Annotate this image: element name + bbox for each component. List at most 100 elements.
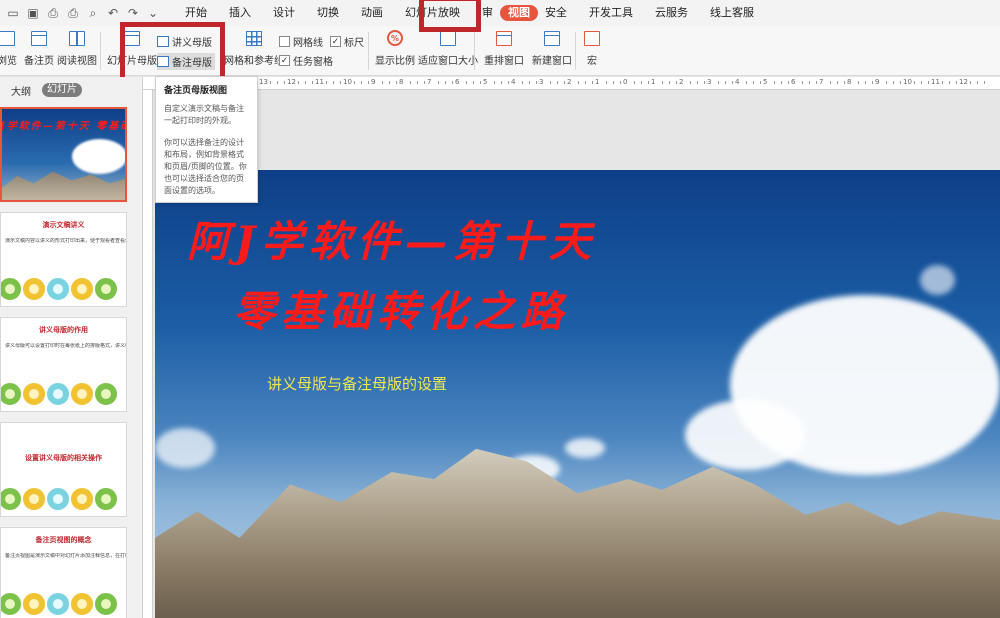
browse-icon xyxy=(0,29,17,47)
ruler-tick xyxy=(536,81,537,84)
slide-thumbnail-1[interactable]: 阿J学软件—第十天 零基础转化之路 xyxy=(0,107,127,202)
cloud-2 xyxy=(685,400,805,470)
ruler-tick xyxy=(452,81,453,84)
slide-title-line2[interactable]: 零基础转化之路 xyxy=(233,278,569,339)
customize-icon[interactable]: ⌄ xyxy=(144,4,162,22)
zoom-button[interactable]: % 显示比例 xyxy=(375,29,415,67)
ruler-number: 6 xyxy=(455,78,460,86)
ruler-tick xyxy=(921,81,922,84)
thumb-3-title: 讲义母版的作用 xyxy=(39,326,88,334)
slide-subtitle[interactable]: 讲义母版与备注母版的设置 xyxy=(267,373,447,394)
reading-view-button[interactable]: 阅读视图 xyxy=(57,29,97,67)
ruler-tick xyxy=(977,81,978,84)
format-painter-icon[interactable]: ⌕ xyxy=(84,4,102,22)
slide-thumbnail-panel: 大纲 幻灯片 阿J学软件—第十天 零基础转化之路 演示文稿讲义 演示文稿内容以讲… xyxy=(0,77,143,618)
ruler-tick xyxy=(732,81,733,84)
slide-thumbnail-4[interactable]: 设置讲义母版的相关操作 xyxy=(0,422,127,517)
tab-animation[interactable]: 动画 xyxy=(350,0,394,26)
print-icon[interactable]: ⎙ xyxy=(64,4,82,22)
tab-slides[interactable]: 幻灯片 xyxy=(42,83,82,97)
arrange-window-button[interactable]: 重排窗口 xyxy=(484,29,524,67)
ruler-tick xyxy=(284,81,285,84)
folder-icon[interactable]: ▭ xyxy=(4,4,22,22)
ruler-checkbox[interactable]: ✓ 标尺 xyxy=(330,34,364,49)
thumbnail-scrollbar[interactable] xyxy=(130,103,140,618)
cloud-6 xyxy=(920,265,955,295)
ruler-tick xyxy=(417,81,418,84)
tab-cloud[interactable]: 云服务 xyxy=(644,0,699,26)
ruler-tick xyxy=(746,81,747,84)
ruler-tick xyxy=(809,81,810,84)
ruler-tick xyxy=(382,81,383,84)
redo-icon[interactable]: ↷ xyxy=(124,4,142,22)
ruler-number: 10 xyxy=(343,78,352,86)
tab-view[interactable]: 视图 xyxy=(500,5,538,21)
ruler-tick xyxy=(606,81,607,84)
tab-developer[interactable]: 开发工具 xyxy=(578,0,644,26)
ruler-tick xyxy=(662,81,663,84)
ruler-tick xyxy=(326,81,327,84)
ruler-tick xyxy=(368,81,369,84)
save-icon[interactable]: ▣ xyxy=(24,4,42,22)
ruler-number: 8 xyxy=(847,78,852,86)
gridlines-checkbox[interactable]: 网格线 xyxy=(279,34,323,49)
slide-thumbnail-2[interactable]: 演示文稿讲义 演示文稿内容以讲义的形式打印出来，便于观看者查看演示文稿内容 xyxy=(0,212,127,307)
tab-transition[interactable]: 切换 xyxy=(306,0,350,26)
thumb-2-text: 演示文稿内容以讲义的形式打印出来，便于观看者查看演示文稿内容 xyxy=(5,238,126,244)
tab-security[interactable]: 安全 xyxy=(541,0,578,26)
ruler-tick xyxy=(550,81,551,84)
fruit-slices-decoration xyxy=(1,591,119,617)
ruler-number: 12 xyxy=(959,78,968,86)
ruler-tick xyxy=(522,81,523,84)
ruler-number: 9 xyxy=(371,78,376,86)
tooltip-paragraph-1: 自定义演示文稿与备注一起打印时的外观。 xyxy=(164,104,244,125)
tab-outline[interactable]: 大纲 xyxy=(6,83,36,98)
grid-guides-button[interactable]: 网格和参考线 xyxy=(224,29,284,67)
task-pane-check-icon[interactable]: ✓ xyxy=(279,55,290,66)
ruler-tick xyxy=(942,81,943,84)
notes-page-button[interactable]: 备注页 xyxy=(24,29,54,67)
slide-title-line1[interactable]: 阿J学软件—第十天 xyxy=(187,208,597,269)
ruler-number: 3 xyxy=(707,78,712,86)
undo-icon[interactable]: ↶ xyxy=(104,4,122,22)
macro-button[interactable]: 宏 xyxy=(582,29,602,67)
ruler-tick xyxy=(361,81,362,84)
ruler-number: 5 xyxy=(763,78,768,86)
task-pane-checkbox[interactable]: ✓ 任务窗格 xyxy=(279,53,333,68)
gridlines-checkbox-box[interactable] xyxy=(279,36,290,47)
slide-canvas[interactable]: 阿J学软件—第十天 零基础转化之路 讲义母版与备注母版的设置 xyxy=(155,170,1000,618)
tab-design[interactable]: 设计 xyxy=(262,0,306,26)
ruler-tick xyxy=(760,81,761,84)
new-window-icon xyxy=(542,29,562,47)
slide-thumbnail-5[interactable]: 备注页视图的概念 备注页视图是演示文稿中对幻灯片添加注释信息，在打印时，可以打印… xyxy=(0,527,127,618)
fit-window-button[interactable]: 适应窗口大小 xyxy=(418,29,478,67)
tooltip-title: 备注页母版视图 xyxy=(164,86,228,96)
ruler-tick xyxy=(305,81,306,84)
ruler-tick xyxy=(893,81,894,84)
tab-online-service[interactable]: 线上客服 xyxy=(699,0,765,26)
ruler-tick xyxy=(718,81,719,84)
ruler-number: 10 xyxy=(903,78,912,86)
print-preview-icon[interactable]: ⎙ xyxy=(44,4,62,22)
ruler-tick xyxy=(844,81,845,84)
ruler-number: 11 xyxy=(315,78,324,86)
ruler-tick xyxy=(837,81,838,84)
macro-icon xyxy=(582,29,602,47)
ruler-tick xyxy=(900,81,901,84)
ruler-tick xyxy=(956,81,957,84)
ruler-tick xyxy=(592,81,593,84)
new-window-button[interactable]: 新建窗口 xyxy=(532,29,572,67)
browse-button[interactable]: 浏览 xyxy=(0,29,17,67)
ruler-tick xyxy=(578,81,579,84)
ruler-tick xyxy=(466,81,467,84)
ruler-tick xyxy=(781,81,782,84)
ruler-tick xyxy=(270,81,271,84)
ruler-tick xyxy=(648,81,649,84)
thumb-2-title: 演示文稿讲义 xyxy=(42,221,85,229)
ruler-number: 0 xyxy=(623,78,628,86)
slide-thumbnail-3[interactable]: 讲义母版的作用 讲义母版可以设置打印时在每张纸上的排版格式，讲义中幻灯片的数量、… xyxy=(0,317,127,412)
ruler-check-icon[interactable]: ✓ xyxy=(330,36,341,47)
ruler-tick xyxy=(557,81,558,84)
ruler-tick xyxy=(473,81,474,84)
ruler-tick xyxy=(333,81,334,84)
